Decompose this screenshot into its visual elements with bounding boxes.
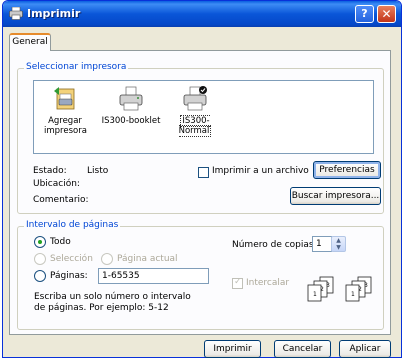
printer-label-add: Agregar impresora bbox=[44, 116, 87, 136]
apply-button[interactable]: Aplicar bbox=[339, 340, 391, 358]
printer-title-icon bbox=[9, 7, 23, 20]
print-button[interactable]: Imprimir bbox=[204, 340, 261, 358]
copies-spinner[interactable]: ▲ ▼ bbox=[331, 236, 346, 252]
spin-down-icon[interactable]: ▼ bbox=[332, 244, 345, 251]
default-printer-icon bbox=[183, 86, 207, 111]
collate-pages-icon: 3 2 1 bbox=[345, 276, 372, 302]
spin-up-icon[interactable]: ▲ bbox=[332, 237, 345, 244]
pages-input[interactable]: 1-65535 bbox=[98, 268, 209, 284]
all-pages-label[interactable]: Todo bbox=[50, 237, 71, 247]
pages-label[interactable]: Páginas: bbox=[50, 271, 88, 281]
collate-pages-icon: 3 2 1 bbox=[307, 276, 334, 302]
current-page-radio[interactable] bbox=[101, 253, 113, 265]
add-printer-icon bbox=[54, 87, 75, 110]
printer-list[interactable]: Agregar impresora IS300-booklet IS300-No… bbox=[33, 80, 374, 154]
print-to-file-checkbox[interactable] bbox=[198, 167, 209, 178]
current-page-label: Página actual bbox=[117, 254, 178, 264]
copies-input[interactable]: 1 bbox=[312, 236, 332, 252]
printer-item-booklet[interactable]: IS300-booklet bbox=[100, 85, 162, 126]
selection-label: Selección bbox=[50, 254, 93, 264]
printer-icon bbox=[119, 86, 143, 111]
printer-label-booklet: IS300-booklet bbox=[101, 116, 161, 126]
location-label: Ubicación: bbox=[33, 179, 80, 189]
collate-checkbox[interactable]: ✓ bbox=[232, 277, 243, 289]
page-range-hint: Escriba un solo número o intervalo de pá… bbox=[34, 292, 191, 313]
title-bar[interactable]: Imprimir ? ✕ bbox=[3, 1, 401, 27]
pages-radio[interactable] bbox=[34, 270, 46, 282]
print-to-file-label[interactable]: Imprimir a un archivo bbox=[212, 166, 309, 176]
preferences-button[interactable]: Preferencias bbox=[313, 161, 381, 179]
page-range-title: Intervalo de páginas bbox=[24, 220, 121, 230]
status-label: Estado: bbox=[33, 166, 67, 176]
tab-general[interactable]: General bbox=[9, 33, 51, 51]
close-button[interactable]: ✕ bbox=[377, 5, 396, 23]
check-icon: ✓ bbox=[234, 277, 242, 287]
svg-text:1: 1 bbox=[351, 291, 355, 298]
all-pages-radio[interactable] bbox=[34, 236, 46, 248]
comment-label: Comentario: bbox=[33, 195, 89, 205]
printer-item-normal[interactable]: IS300-Normal bbox=[165, 85, 225, 137]
svg-text:1: 1 bbox=[313, 291, 317, 298]
copies-label: Número de copias: bbox=[232, 240, 317, 250]
help-button[interactable]: ? bbox=[355, 5, 374, 23]
selection-radio[interactable] bbox=[34, 253, 46, 265]
printer-group-title: Seleccionar impresora bbox=[24, 62, 129, 72]
printer-item-add[interactable]: Agregar impresora bbox=[44, 85, 87, 136]
cancel-button[interactable]: Cancelar bbox=[274, 340, 331, 358]
find-printer-button[interactable]: Buscar impresora... bbox=[290, 187, 381, 205]
window-title: Imprimir bbox=[27, 7, 81, 20]
printer-label-normal: IS300-Normal bbox=[178, 115, 212, 137]
status-value: Listo bbox=[87, 166, 109, 176]
collate-label: Intercalar bbox=[246, 278, 290, 288]
